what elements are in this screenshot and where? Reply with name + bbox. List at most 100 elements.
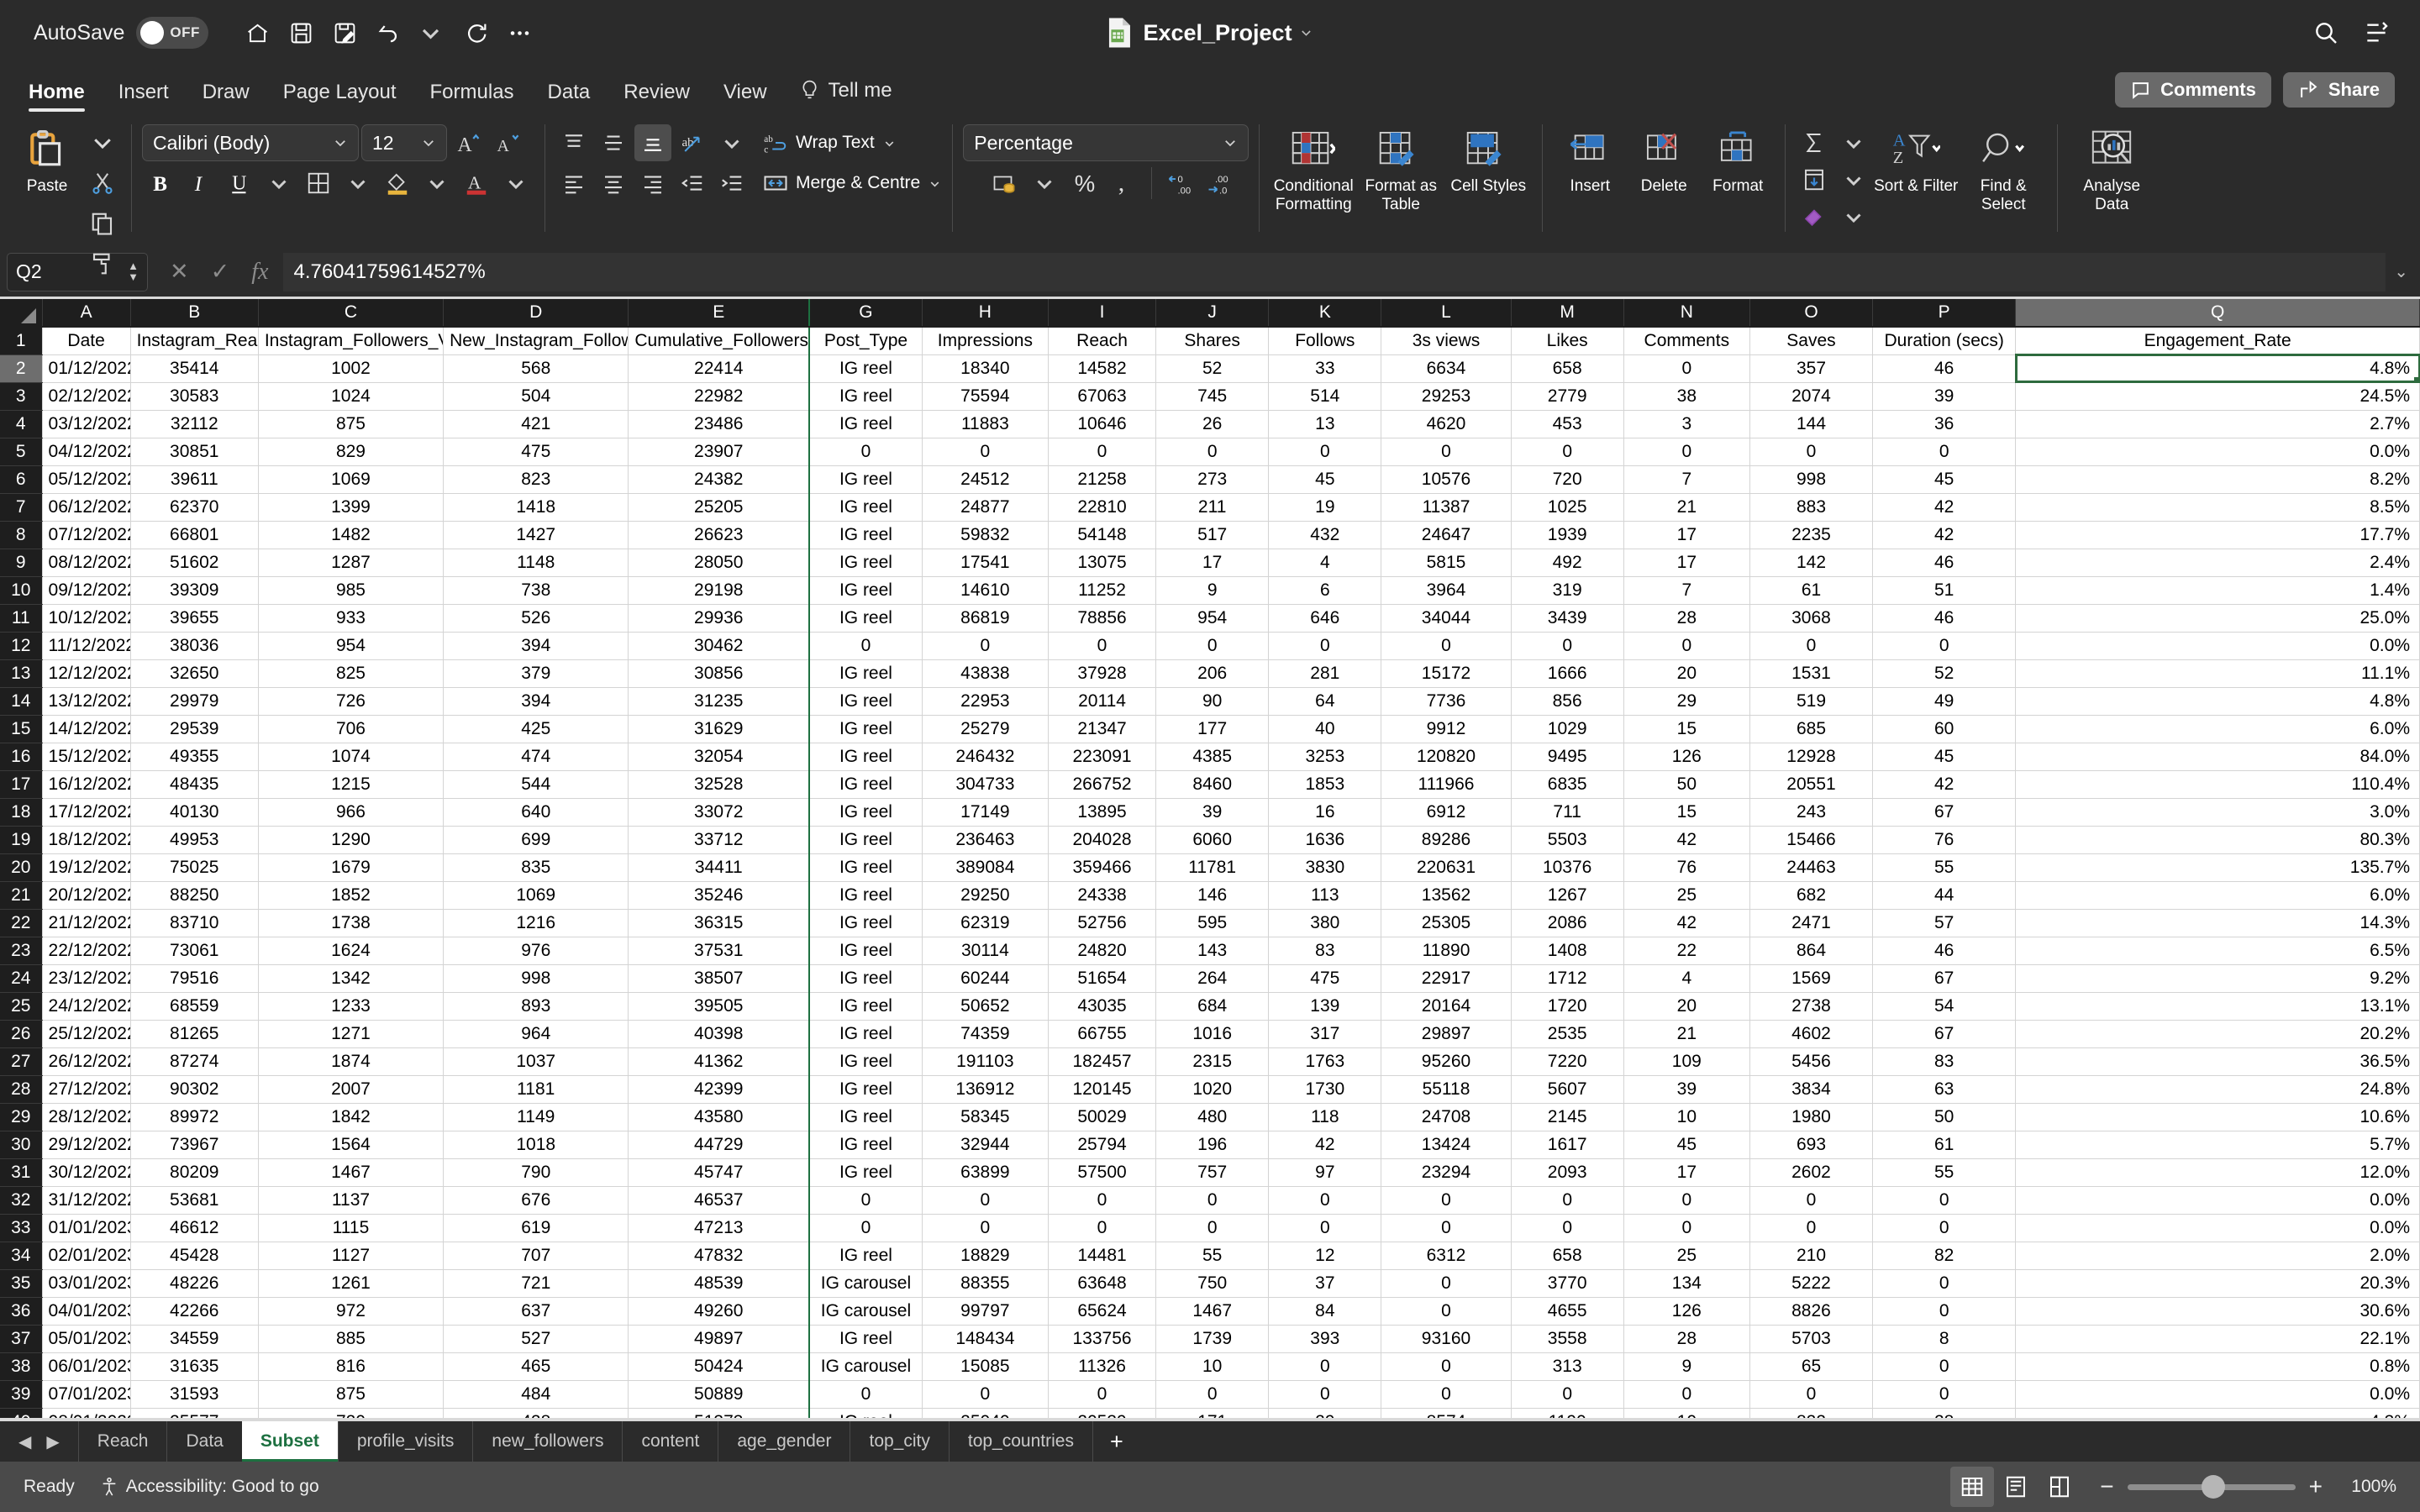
cell-A20[interactable]: 19/12/2022	[42, 853, 131, 882]
cell-O25[interactable]: 2738	[1749, 992, 1874, 1021]
cell-A36[interactable]: 04/01/2023	[42, 1297, 131, 1326]
cell-N2[interactable]: 0	[1623, 354, 1750, 383]
cell-G9[interactable]: IG reel	[808, 549, 923, 577]
cell-H36[interactable]: 99797	[922, 1297, 1049, 1326]
cell-E4[interactable]: 23486	[628, 410, 810, 438]
row-header-21[interactable]: 21	[0, 881, 43, 910]
fill-button[interactable]	[1796, 161, 1833, 198]
cell-I26[interactable]: 66755	[1048, 1020, 1157, 1048]
cell-C4[interactable]: 875	[258, 410, 445, 438]
align-left-button[interactable]	[555, 165, 592, 202]
cell-H6[interactable]: 24512	[922, 465, 1049, 494]
cell-K20[interactable]: 3830	[1268, 853, 1382, 882]
cell-A21[interactable]: 20/12/2022	[42, 881, 131, 910]
cell-P24[interactable]: 67	[1872, 964, 2017, 993]
cell-E22[interactable]: 36315	[628, 909, 810, 937]
cell-O12[interactable]: 0	[1749, 632, 1874, 660]
cell-E23[interactable]: 37531	[628, 937, 810, 965]
cell-N10[interactable]: 7	[1623, 576, 1750, 605]
cell-K31[interactable]: 97	[1268, 1158, 1382, 1187]
cell-J18[interactable]: 39	[1155, 798, 1270, 827]
align-bottom-button[interactable]	[634, 124, 671, 161]
cell-K25[interactable]: 139	[1268, 992, 1382, 1021]
cell-Q8[interactable]: 17.7%	[2015, 521, 2420, 549]
cell-C8[interactable]: 1482	[258, 521, 445, 549]
cell-M13[interactable]: 1666	[1511, 659, 1624, 688]
cell-H17[interactable]: 304733	[922, 770, 1049, 799]
sheet-tab-reach[interactable]: Reach	[77, 1421, 167, 1462]
cell-B33[interactable]: 46612	[130, 1214, 259, 1242]
cell-C26[interactable]: 1271	[258, 1020, 445, 1048]
cell-H27[interactable]: 191103	[922, 1047, 1049, 1076]
cell-G16[interactable]: IG reel	[808, 743, 923, 771]
cell-E20[interactable]: 34411	[628, 853, 810, 882]
cell-N5[interactable]: 0	[1623, 438, 1750, 466]
cell-D28[interactable]: 1181	[443, 1075, 629, 1104]
cell-K13[interactable]: 281	[1268, 659, 1382, 688]
cell-E13[interactable]: 30856	[628, 659, 810, 688]
chevron-down-icon[interactable]	[1835, 124, 1872, 161]
cell-L17[interactable]: 111966	[1381, 770, 1512, 799]
cell-N14[interactable]: 29	[1623, 687, 1750, 716]
cell-E8[interactable]: 26623	[628, 521, 810, 549]
cell-H16[interactable]: 246432	[922, 743, 1049, 771]
cell-C23[interactable]: 1624	[258, 937, 445, 965]
name-box-spinner[interactable]: ▲ ▼	[128, 260, 139, 282]
cell-I27[interactable]: 182457	[1048, 1047, 1157, 1076]
cell-E6[interactable]: 24382	[628, 465, 810, 494]
cell-D10[interactable]: 738	[443, 576, 629, 605]
cell-L34[interactable]: 6312	[1381, 1242, 1512, 1270]
delete-cells-button[interactable]: Delete	[1627, 118, 1701, 196]
row-header-35[interactable]: 35	[0, 1269, 43, 1298]
cell-G32[interactable]: 0	[808, 1186, 923, 1215]
column-header-Q[interactable]: Q	[2015, 299, 2420, 328]
row-header-3[interactable]: 3	[0, 382, 43, 411]
cell-D20[interactable]: 835	[443, 853, 629, 882]
cell-I19[interactable]: 204028	[1048, 826, 1157, 854]
cell-E3[interactable]: 22982	[628, 382, 810, 411]
cell-G33[interactable]: 0	[808, 1214, 923, 1242]
row-header-15[interactable]: 15	[0, 715, 43, 743]
column-header-G[interactable]: G	[808, 299, 923, 328]
column-header-I[interactable]: I	[1048, 299, 1157, 328]
decrease-decimal-button[interactable]: .00.0	[1201, 165, 1238, 202]
comments-button[interactable]: Comments	[2115, 72, 2271, 108]
cell-L20[interactable]: 220631	[1381, 853, 1512, 882]
cell-Q33[interactable]: 0.0%	[2015, 1214, 2420, 1242]
cell-K35[interactable]: 37	[1268, 1269, 1382, 1298]
cell-J26[interactable]: 1016	[1155, 1020, 1270, 1048]
cell-B6[interactable]: 39611	[130, 465, 259, 494]
cell-O33[interactable]: 0	[1749, 1214, 1874, 1242]
cell-L7[interactable]: 11387	[1381, 493, 1512, 522]
cell-G27[interactable]: IG reel	[808, 1047, 923, 1076]
cell-I2[interactable]: 14582	[1048, 354, 1157, 383]
cell-N31[interactable]: 17	[1623, 1158, 1750, 1187]
cell-D13[interactable]: 379	[443, 659, 629, 688]
cell-M27[interactable]: 7220	[1511, 1047, 1624, 1076]
cell-E31[interactable]: 45747	[628, 1158, 810, 1187]
sheet-tab-age-gender[interactable]: age_gender	[718, 1421, 850, 1462]
cell-G40[interactable]: IG reel	[808, 1408, 923, 1418]
cell-H11[interactable]: 86819	[922, 604, 1049, 633]
cell-C18[interactable]: 966	[258, 798, 445, 827]
cell-K16[interactable]: 3253	[1268, 743, 1382, 771]
formula-input[interactable]: 4.76041759614527%	[283, 252, 2386, 291]
cell-K12[interactable]: 0	[1268, 632, 1382, 660]
increase-decimal-button[interactable]: 0.00	[1161, 165, 1198, 202]
cell-A29[interactable]: 28/12/2022	[42, 1103, 131, 1131]
row-header-4[interactable]: 4	[0, 410, 43, 438]
cell-B11[interactable]: 39655	[130, 604, 259, 633]
cell-C33[interactable]: 1115	[258, 1214, 445, 1242]
cell-I34[interactable]: 14481	[1048, 1242, 1157, 1270]
cell-E12[interactable]: 30462	[628, 632, 810, 660]
sheet-nav-arrows[interactable]: ◀ ▶	[0, 1421, 78, 1462]
cell-K19[interactable]: 1636	[1268, 826, 1382, 854]
cell-J12[interactable]: 0	[1155, 632, 1270, 660]
cell-P37[interactable]: 8	[1872, 1325, 2017, 1353]
cell-G30[interactable]: IG reel	[808, 1131, 923, 1159]
cell-J31[interactable]: 757	[1155, 1158, 1270, 1187]
cell-H30[interactable]: 32944	[922, 1131, 1049, 1159]
cell-P18[interactable]: 67	[1872, 798, 2017, 827]
cell-E38[interactable]: 50424	[628, 1352, 810, 1381]
cell-C40[interactable]: 720	[258, 1408, 445, 1418]
